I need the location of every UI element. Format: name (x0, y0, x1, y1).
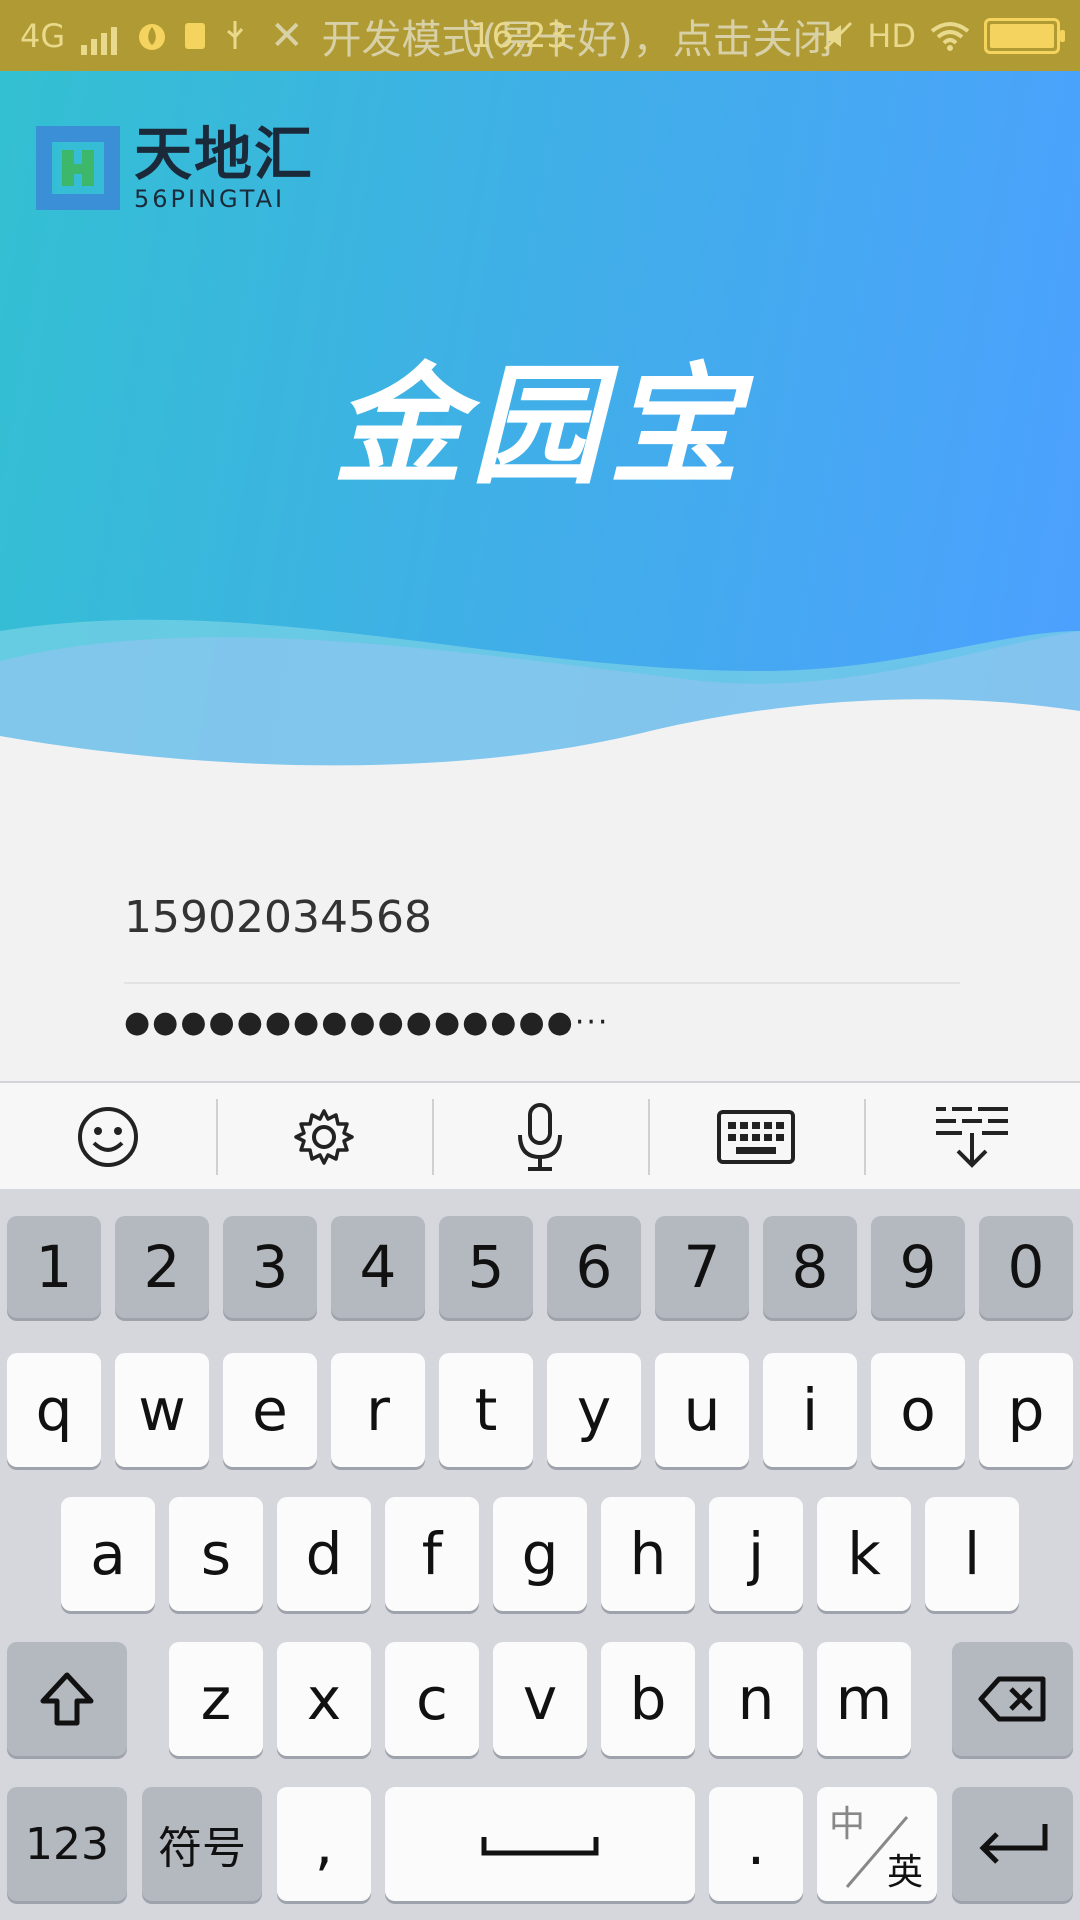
key-4[interactable]: 4 (331, 1216, 425, 1318)
period-key[interactable]: . (709, 1787, 803, 1901)
shift-icon (40, 1672, 94, 1726)
network-label: 4G (20, 16, 66, 55)
signal-icon (81, 17, 121, 55)
keyboard-switch-button[interactable] (648, 1083, 864, 1191)
key-i[interactable]: i (763, 1353, 857, 1467)
status-left: 4G (20, 0, 247, 71)
key-c[interactable]: c (385, 1642, 479, 1756)
phone-input[interactable]: 15902034568 (124, 870, 960, 984)
status-bar: 4G ✕ 开发模式(易卡好)，点击关闭 16:23 HD (0, 0, 1080, 71)
symbols-key[interactable]: 符号 (142, 1787, 262, 1901)
status-time: 16:23 (470, 15, 568, 56)
key-f[interactable]: f (385, 1497, 479, 1611)
key-s[interactable]: s (169, 1497, 263, 1611)
hd-label: HD (867, 16, 916, 55)
key-m[interactable]: m (817, 1642, 911, 1756)
backspace-key[interactable] (952, 1642, 1073, 1756)
key-j[interactable]: j (709, 1497, 803, 1611)
flame-icon (139, 23, 166, 50)
key-1[interactable]: 1 (7, 1216, 101, 1318)
key-u[interactable]: u (655, 1353, 749, 1467)
key-7[interactable]: 7 (655, 1216, 749, 1318)
key-k[interactable]: k (817, 1497, 911, 1611)
wifi-icon (930, 21, 970, 51)
dev-mode-notice[interactable]: 开发模式(易卡好)，点击关闭 (322, 7, 833, 65)
key-h[interactable]: h (601, 1497, 695, 1611)
login-form: 15902034568 ●●●●●●●●●●●●●●●●··· (120, 870, 960, 1040)
voice-button[interactable] (432, 1083, 648, 1191)
space-key[interactable] (385, 1787, 695, 1901)
key-w[interactable]: w (115, 1353, 209, 1467)
password-input[interactable]: ●●●●●●●●●●●●●●●●··· (124, 1005, 609, 1040)
shift-key[interactable] (7, 1642, 127, 1756)
enter-icon (978, 1824, 1047, 1864)
sim-icon (185, 22, 206, 49)
key-0[interactable]: 0 (979, 1216, 1073, 1318)
usb-icon (227, 20, 244, 49)
key-d[interactable]: d (277, 1497, 371, 1611)
keyboard-icon (717, 1110, 795, 1164)
space-icon (481, 1837, 599, 1856)
settings-button[interactable] (216, 1083, 432, 1191)
key-e[interactable]: e (223, 1353, 317, 1467)
language-switch-key[interactable]: 中 英 (817, 1787, 937, 1901)
numbers-key[interactable]: 123 (7, 1787, 127, 1901)
key-5[interactable]: 5 (439, 1216, 533, 1318)
mute-icon (824, 21, 853, 50)
close-dev-icon: ✕ (270, 12, 304, 59)
microphone-icon (518, 1103, 562, 1171)
key-x[interactable]: x (277, 1642, 371, 1756)
key-z[interactable]: z (169, 1642, 263, 1756)
key-l[interactable]: l (925, 1497, 1019, 1611)
hide-keyboard-icon (936, 1107, 1008, 1168)
hide-keyboard-button[interactable] (864, 1083, 1080, 1191)
keyboard-toolbar (0, 1081, 1080, 1193)
backspace-icon (978, 1676, 1045, 1722)
emoji-button[interactable] (0, 1083, 216, 1191)
key-9[interactable]: 9 (871, 1216, 965, 1318)
lang-bottom-label: 英 (886, 1852, 923, 1893)
settings-icon (294, 1109, 354, 1165)
key-b[interactable]: b (601, 1642, 695, 1756)
key-g[interactable]: g (493, 1497, 587, 1611)
key-v[interactable]: v (493, 1642, 587, 1756)
comma-key[interactable]: , (277, 1787, 371, 1901)
keyboard: 1 2 3 4 5 6 7 8 9 0 q w e r t y u i o p … (0, 1189, 1080, 1920)
status-right: HD (823, 0, 1065, 71)
key-p[interactable]: p (979, 1353, 1073, 1467)
key-3[interactable]: 3 (223, 1216, 317, 1318)
key-8[interactable]: 8 (763, 1216, 857, 1318)
key-n[interactable]: n (709, 1642, 803, 1756)
key-2[interactable]: 2 (115, 1216, 209, 1318)
key-o[interactable]: o (871, 1353, 965, 1467)
key-6[interactable]: 6 (547, 1216, 641, 1318)
key-q[interactable]: q (7, 1353, 101, 1467)
key-t[interactable]: t (439, 1353, 533, 1467)
header-banner: 天地汇 56PINGTAI 金园宝 (0, 71, 1080, 771)
header-waves (0, 619, 1080, 771)
emoji-icon (78, 1107, 138, 1167)
battery-icon (984, 17, 1065, 54)
key-r[interactable]: r (331, 1353, 425, 1467)
enter-key[interactable] (952, 1787, 1073, 1901)
key-a[interactable]: a (61, 1497, 155, 1611)
key-y[interactable]: y (547, 1353, 641, 1467)
